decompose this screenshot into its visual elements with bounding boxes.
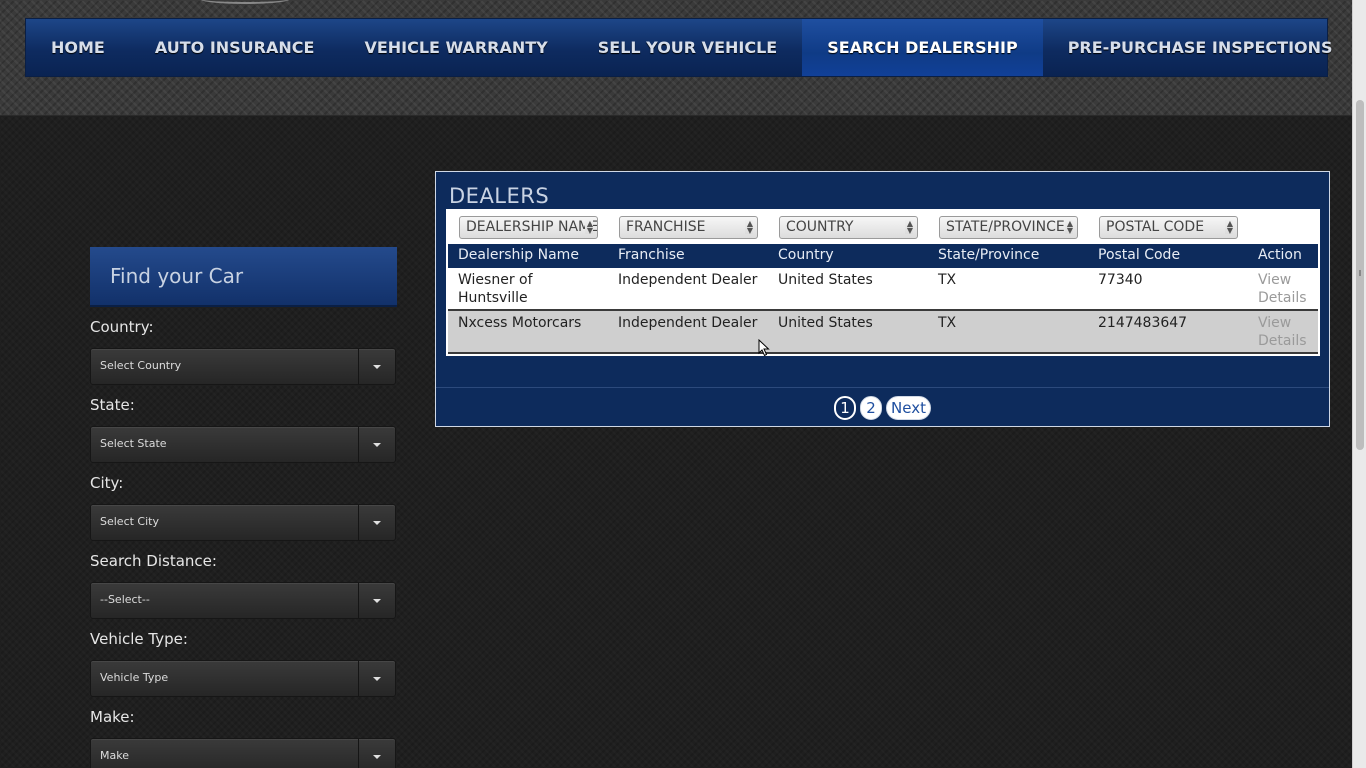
next-page-button[interactable]: Next bbox=[886, 396, 931, 420]
chevron-down-icon bbox=[373, 676, 381, 681]
state-label: State: bbox=[90, 396, 135, 414]
page-1-button[interactable]: 1 bbox=[834, 396, 857, 420]
cell-state: TX bbox=[938, 272, 957, 288]
cell-postal-code: 77340 bbox=[1098, 272, 1143, 288]
chevron-down-icon bbox=[373, 520, 381, 525]
table-row: Nxcess Motorcars Independent Dealer Unit… bbox=[448, 311, 1318, 354]
cell-dealership-name: Wiesner of Huntsville bbox=[458, 271, 533, 307]
cell-postal-code: 2147483647 bbox=[1098, 315, 1188, 331]
make-dropdown-button[interactable] bbox=[358, 739, 395, 768]
scrollbar-grip-icon bbox=[1359, 270, 1361, 276]
col-country: Country bbox=[778, 247, 834, 263]
state-select[interactable]: Select State bbox=[90, 426, 396, 463]
table-header: Dealership Name Franchise Country State/… bbox=[448, 244, 1318, 268]
search-distance-select-value: --Select-- bbox=[100, 593, 150, 606]
find-car-title: Find your Car bbox=[110, 264, 244, 288]
page-scrollbar[interactable] bbox=[1352, 0, 1366, 768]
cell-dealership-name: Nxcess Motorcars bbox=[458, 314, 581, 332]
chevron-down-icon bbox=[373, 598, 381, 603]
col-franchise: Franchise bbox=[618, 247, 685, 263]
chevron-down-icon bbox=[373, 364, 381, 369]
dealer-name-line: Wiesner of bbox=[458, 272, 533, 288]
filter-franchise-label: FRANCHISE bbox=[626, 219, 706, 235]
view-details-line: View bbox=[1258, 315, 1292, 331]
filter-dealership-name-label: DEALERSHIP NAME bbox=[466, 219, 598, 235]
cell-country: United States bbox=[778, 315, 873, 331]
filter-country[interactable]: COUNTRY ▲ ▼ bbox=[779, 216, 918, 239]
vehicle-type-label: Vehicle Type: bbox=[90, 630, 188, 648]
cell-franchise: Independent Dealer bbox=[618, 272, 758, 288]
nav-vehicle-warranty[interactable]: VEHICLE WARRANTY bbox=[339, 19, 572, 76]
nav-search-dealership[interactable]: SEARCH DEALERSHIP bbox=[802, 19, 1043, 76]
dealers-table: DEALERSHIP NAME ▲ ▼ FRANCHISE ▲ ▼ COUNTRY … bbox=[446, 209, 1320, 356]
nav-pre-purchase-inspections[interactable]: PRE-PURCHASE INSPECTIONS bbox=[1043, 19, 1358, 76]
city-label: City: bbox=[90, 474, 124, 492]
vehicle-type-dropdown-button[interactable] bbox=[358, 661, 395, 696]
nav-home[interactable]: HOME bbox=[26, 19, 130, 76]
pager-divider bbox=[436, 387, 1329, 388]
col-dealership-name: Dealership Name bbox=[458, 247, 579, 263]
find-car-header: Find your Car bbox=[90, 247, 397, 307]
city-dropdown-button[interactable] bbox=[358, 505, 395, 540]
pagination: 1 2 Next bbox=[436, 396, 1329, 420]
filter-postal-code[interactable]: POSTAL CODE ▲ ▼ bbox=[1099, 216, 1238, 239]
main-nav: HOME AUTO INSURANCE VEHICLE WARRANTY SEL… bbox=[25, 18, 1333, 77]
view-details-line: View bbox=[1258, 272, 1292, 288]
country-dropdown-button[interactable] bbox=[358, 349, 395, 384]
dealer-name-line: Nxcess Motorcars bbox=[458, 315, 582, 331]
updown-arrows-icon: ▲ ▼ bbox=[1224, 219, 1233, 235]
country-select-value: Select Country bbox=[100, 359, 182, 372]
dealer-name-line: Huntsville bbox=[458, 290, 528, 306]
filter-dealership-name[interactable]: DEALERSHIP NAME ▲ ▼ bbox=[459, 216, 598, 239]
filter-franchise[interactable]: FRANCHISE ▲ ▼ bbox=[619, 216, 758, 239]
nav-auto-insurance[interactable]: AUTO INSURANCE bbox=[130, 19, 340, 76]
nav-sell-your-vehicle[interactable]: SELL YOUR VEHICLE bbox=[573, 19, 802, 76]
search-distance-select[interactable]: --Select-- bbox=[90, 582, 396, 619]
make-label: Make: bbox=[90, 708, 135, 726]
cell-state: TX bbox=[938, 315, 957, 331]
filter-country-label: COUNTRY bbox=[786, 219, 854, 235]
state-select-value: Select State bbox=[100, 437, 167, 450]
logo-arc-decoration bbox=[200, 0, 290, 4]
page-2-button[interactable]: 2 bbox=[860, 396, 883, 420]
filter-state-province[interactable]: STATE/PROVINCE ▲ ▼ bbox=[939, 216, 1078, 239]
country-label: Country: bbox=[90, 318, 154, 336]
view-details-line: Details bbox=[1258, 333, 1307, 349]
table-row: Wiesner of Huntsville Independent Dealer… bbox=[448, 268, 1318, 311]
city-select[interactable]: Select City bbox=[90, 504, 396, 541]
col-action: Action bbox=[1258, 247, 1302, 263]
chevron-down-icon bbox=[373, 442, 381, 447]
country-select[interactable]: Select Country bbox=[90, 348, 396, 385]
view-details-line: Details bbox=[1258, 290, 1307, 306]
search-distance-label: Search Distance: bbox=[90, 552, 217, 570]
mouse-cursor-icon bbox=[758, 339, 770, 357]
dealers-panel: DEALERS DEALERSHIP NAME ▲ ▼ FRANCHISE ▲ ▼ … bbox=[435, 171, 1330, 427]
updown-arrows-icon: ▲ ▼ bbox=[744, 219, 753, 235]
city-select-value: Select City bbox=[100, 515, 159, 528]
make-select-value: Make bbox=[100, 749, 129, 762]
make-select[interactable]: Make bbox=[90, 738, 396, 768]
col-postal-code: Postal Code bbox=[1098, 247, 1181, 263]
updown-arrows-icon: ▲ ▼ bbox=[584, 219, 593, 235]
cell-franchise: Independent Dealer bbox=[618, 315, 758, 331]
cell-country: United States bbox=[778, 272, 873, 288]
vehicle-type-select[interactable]: Vehicle Type bbox=[90, 660, 396, 697]
view-details-link[interactable]: View Details bbox=[1258, 314, 1307, 350]
vehicle-type-select-value: Vehicle Type bbox=[100, 671, 169, 684]
col-state-province: State/Province bbox=[938, 247, 1040, 263]
dealers-title: DEALERS bbox=[449, 184, 550, 208]
filter-postal-code-label: POSTAL CODE bbox=[1106, 219, 1205, 235]
updown-arrows-icon: ▲ ▼ bbox=[904, 219, 913, 235]
chevron-down-icon bbox=[373, 754, 381, 759]
filter-state-province-label: STATE/PROVINCE bbox=[946, 219, 1065, 235]
view-details-link[interactable]: View Details bbox=[1258, 271, 1307, 307]
updown-arrows-icon: ▲ ▼ bbox=[1064, 219, 1073, 235]
state-dropdown-button[interactable] bbox=[358, 427, 395, 462]
search-distance-dropdown-button[interactable] bbox=[358, 583, 395, 618]
